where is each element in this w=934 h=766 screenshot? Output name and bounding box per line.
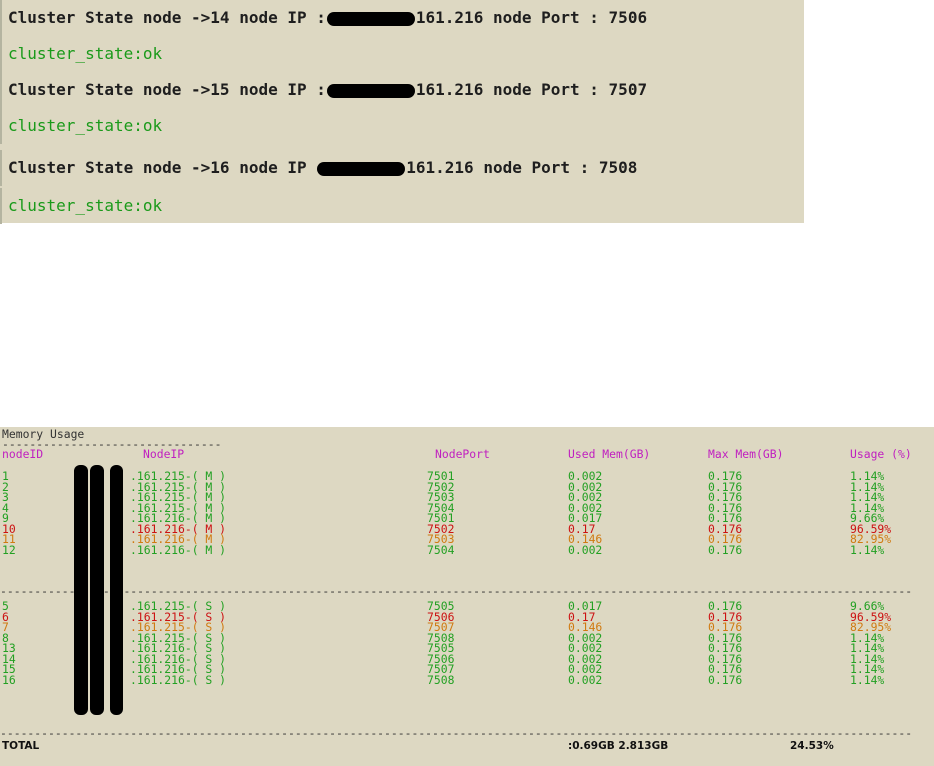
node-port-cell: 7504: [427, 542, 455, 557]
total-memory: :0.69GB 2.813GB: [568, 740, 669, 752]
redaction-bar: [90, 465, 104, 715]
header-max-mem: Max Mem(GB): [708, 447, 784, 461]
node-id-cell: 16: [2, 672, 16, 687]
header-node-ip: NodeIP: [143, 447, 185, 461]
redaction-bar: [110, 465, 123, 715]
memory-usage-panel: Memory Usage ---------------------------…: [0, 427, 934, 766]
cluster-state-status: cluster_state:ok: [0, 188, 804, 224]
cluster-state-panel: Cluster State node ->14 node IP : 161.216…: [0, 0, 804, 224]
used-mem-cell: 0.002: [568, 542, 603, 557]
cluster-state-port-text: 161.216 node Port : 7508: [406, 158, 638, 177]
table-row: 16 .161.216-( S ) 7508 0.002 0.176 1.14%: [0, 672, 934, 687]
section-divider: ----------------------------------------…: [0, 586, 912, 597]
total-divider: ----------------------------------------…: [0, 728, 912, 739]
usage-cell: 1.14%: [850, 672, 885, 687]
cluster-state-text: Cluster State node ->15 node IP :: [8, 80, 326, 99]
node-ip-cell: .161.216-( M ): [130, 542, 227, 557]
node-port-cell: 7508: [427, 672, 455, 687]
redacted-ip-block: [326, 11, 415, 26]
total-usage-percent: 24.53%: [790, 740, 834, 752]
cluster-state-text: Cluster State node ->14 node IP :: [8, 8, 326, 27]
total-label: TOTAL: [2, 740, 40, 752]
cluster-state-port-text: 161.216 node Port : 7507: [415, 80, 648, 99]
cluster-state-status: cluster_state:ok: [0, 108, 804, 144]
node-id-cell: 12: [2, 542, 16, 557]
max-mem-cell: 0.176: [708, 542, 743, 557]
memory-table-header: nodeID NodeIP NodePort Used Mem(GB) Max …: [0, 449, 934, 460]
max-mem-cell: 0.176: [708, 672, 743, 687]
cluster-state-line: Cluster State node ->15 node IP : 161.216…: [0, 72, 804, 108]
usage-cell: 1.14%: [850, 542, 885, 557]
cluster-state-port-text: 161.216 node Port : 7506: [415, 8, 648, 27]
redacted-ip-block: [317, 161, 406, 176]
header-used-mem: Used Mem(GB): [568, 447, 651, 461]
table-row: 12 .161.216-( M ) 7504 0.002 0.176 1.14%: [0, 542, 934, 557]
header-node-id: nodeID: [2, 447, 44, 461]
header-node-port: NodePort: [435, 447, 490, 461]
cluster-state-line: Cluster State node ->16 node IP 161.216 …: [0, 150, 804, 186]
header-usage: Usage (%): [850, 447, 912, 461]
node-ip-cell: .161.216-( S ): [130, 672, 227, 687]
cluster-state-status: cluster_state:ok: [0, 36, 804, 72]
used-mem-cell: 0.002: [568, 672, 603, 687]
cluster-state-line: Cluster State node ->14 node IP : 161.216…: [0, 0, 804, 36]
cluster-state-text: Cluster State node ->16 node IP: [8, 158, 317, 177]
redaction-bar: [74, 465, 88, 715]
memory-usage-title: Memory Usage: [2, 427, 85, 441]
redacted-ip-block: [326, 83, 415, 98]
